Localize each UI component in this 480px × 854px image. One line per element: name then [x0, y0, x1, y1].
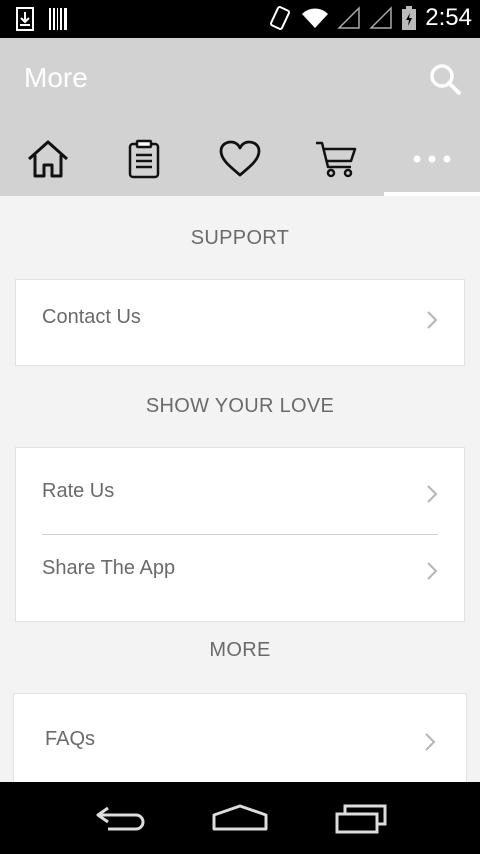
section-title-support: SUPPORT: [190, 227, 290, 249]
tab-orders[interactable]: [96, 130, 192, 196]
status-bar: 2:54: [0, 0, 480, 38]
list-item-label: Contact Us: [42, 306, 141, 328]
show-your-love-card: Rate Us Share The App: [15, 447, 465, 622]
system-nav-bar: [0, 782, 480, 854]
download-icon: [16, 7, 34, 31]
tab-home[interactable]: [0, 130, 96, 196]
search-button[interactable]: [428, 62, 462, 96]
back-icon: [96, 806, 145, 831]
list-item-label: Share The App: [42, 557, 176, 579]
clipboard-icon: [128, 139, 160, 179]
recents-icon: [335, 804, 387, 834]
tab-cart[interactable]: [288, 130, 384, 196]
content-area: SUPPORT Contact Us SHOW YOUR LOVE Rate U…: [0, 196, 480, 782]
app-header: More: [0, 38, 480, 196]
list-item-faqs[interactable]: FAQs: [14, 706, 466, 782]
home-nav-button[interactable]: [211, 800, 269, 841]
wifi-icon: [302, 8, 329, 28]
chevron-right-icon: [425, 733, 436, 751]
home-icon: [27, 140, 69, 178]
signal-icon: [337, 6, 361, 29]
section-title-show-your-love: SHOW YOUR LOVE: [145, 395, 335, 417]
list-item-share-the-app[interactable]: Share The App: [16, 535, 464, 611]
support-card: Contact Us: [15, 279, 465, 366]
list-item-label: FAQs: [45, 728, 96, 750]
tab-more[interactable]: [384, 130, 480, 196]
tab-wishlist[interactable]: [192, 130, 288, 196]
search-icon: [430, 64, 461, 95]
list-item-label: Rate Us: [42, 480, 115, 502]
section-title-more: MORE: [209, 639, 271, 661]
back-button[interactable]: [92, 800, 148, 841]
chevron-right-icon: [427, 562, 438, 580]
list-item-rate-us[interactable]: Rate Us: [16, 458, 464, 534]
home-nav-icon: [212, 804, 268, 831]
clock: 2:54: [425, 4, 472, 31]
battery-icon: [402, 6, 417, 30]
vibrate-icon: [270, 6, 291, 30]
page-title: More: [24, 62, 88, 93]
cart-icon: [316, 141, 357, 178]
barcode-icon: [49, 8, 67, 30]
heart-icon: [219, 140, 261, 177]
chevron-right-icon: [427, 311, 438, 329]
recents-button[interactable]: [333, 800, 391, 841]
list-item-contact-us[interactable]: Contact Us: [16, 284, 464, 360]
more-icon: [413, 155, 451, 163]
signal-icon: [369, 6, 393, 29]
chevron-right-icon: [427, 485, 438, 503]
more-card: FAQs: [13, 693, 467, 782]
tab-bar: [0, 130, 480, 196]
